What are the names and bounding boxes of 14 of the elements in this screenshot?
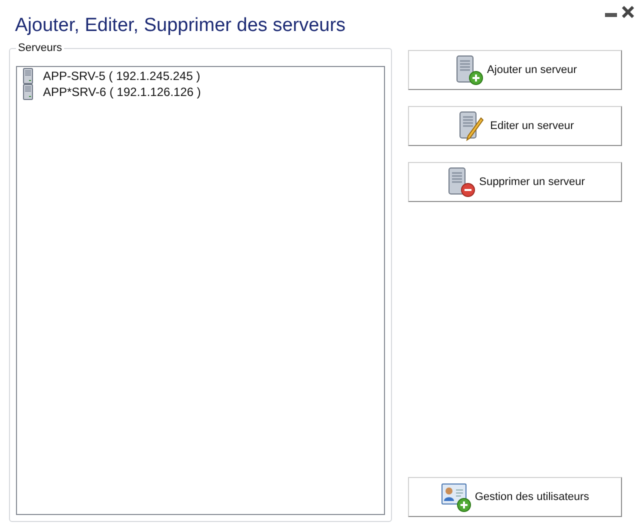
action-button[interactable]: Supprimer un serveur bbox=[408, 162, 622, 202]
group-label: Serveurs bbox=[16, 42, 64, 54]
action-button[interactable]: Editer un serveur bbox=[408, 106, 622, 146]
action-button[interactable]: Ajouter un serveur bbox=[408, 50, 622, 90]
minimize-icon[interactable] bbox=[605, 13, 617, 18]
server-item[interactable]: APP-SRV-5 ( 192.1.245.245 ) bbox=[20, 68, 381, 84]
server-icon bbox=[23, 84, 33, 100]
users-button[interactable]: Gestion des utilisateurs bbox=[408, 477, 622, 517]
servers-list[interactable]: APP-SRV-5 ( 192.1.245.245 ) APP*SRV-6 ( 192.1.126.126 ) bbox=[16, 66, 385, 515]
server-item[interactable]: APP*SRV-6 ( 192.1.126.126 ) bbox=[20, 84, 381, 100]
window-title: Ajouter, Editer, Supprimer des serveurs bbox=[15, 14, 346, 38]
close-icon[interactable] bbox=[622, 6, 634, 18]
server-icon bbox=[23, 68, 33, 84]
user-card-add-icon bbox=[440, 482, 471, 512]
